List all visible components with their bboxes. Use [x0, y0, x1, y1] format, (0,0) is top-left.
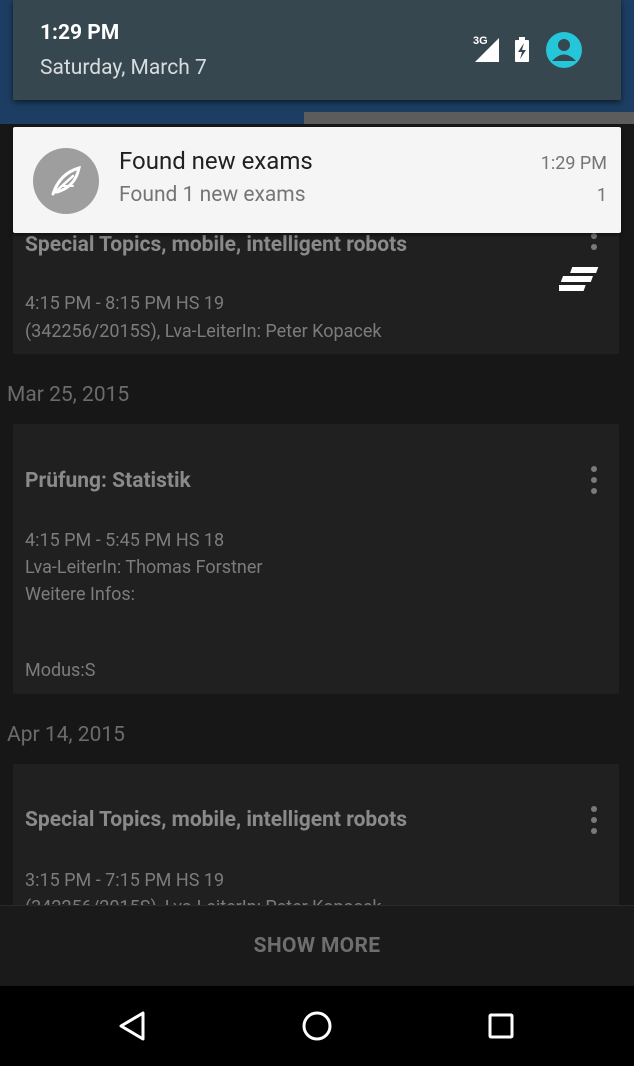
notification-time: 1:29 PM: [540, 153, 607, 174]
battery-charging-icon: [515, 37, 529, 62]
feather-icon: [51, 165, 81, 196]
exam-time: 4:15 PM - 8:15 PM HS 19: [25, 293, 225, 314]
more-options-icon[interactable]: [591, 806, 597, 834]
network-type-label: 3G: [473, 35, 488, 47]
exam-mode: Modus:S: [25, 660, 96, 681]
exam-card[interactable]: Special Topics, mobile, intelligent robo…: [13, 233, 619, 354]
show-more-button[interactable]: SHOW MORE: [0, 905, 634, 987]
user-avatar-icon[interactable]: [546, 32, 582, 68]
date[interactable]: Saturday, March 7: [40, 56, 207, 80]
quick-settings-header[interactable]: 1:29 PM Saturday, March 7 3G: [13, 0, 621, 100]
home-icon[interactable]: [297, 1006, 337, 1046]
exam-title: Prüfung: Statistik: [25, 469, 191, 493]
exam-info: (342256/2015S), Lva-LeiterIn: Peter Kopa…: [25, 321, 382, 342]
notification-count: 1: [596, 185, 607, 206]
exam-lecturer: Lva-LeiterIn: Thomas Forstner: [25, 557, 263, 578]
recents-icon[interactable]: [481, 1006, 521, 1046]
status-icons: 3G: [471, 30, 591, 68]
cell-signal-icon: 3G: [473, 35, 499, 62]
more-options-icon[interactable]: [591, 233, 597, 261]
exam-time: 3:15 PM - 7:15 PM HS 19: [25, 870, 225, 891]
exam-card[interactable]: Special Topics, mobile, intelligent robo…: [13, 764, 619, 905]
clock: 1:29 PM: [40, 21, 120, 45]
exam-title: Special Topics, mobile, intelligent robo…: [25, 233, 407, 257]
exam-card[interactable]: Prüfung: Statistik 4:15 PM - 5:45 PM HS …: [13, 424, 619, 694]
notification-app-icon: [33, 148, 99, 214]
exam-title: Special Topics, mobile, intelligent robo…: [25, 808, 407, 832]
exam-info: (342256/2015S), Lva-LeiterIn: Peter Kopa…: [25, 897, 382, 905]
exam-more-info: Weitere Infos:: [25, 584, 136, 605]
navigation-bar: [0, 986, 634, 1066]
date-header: Apr 14, 2015: [7, 723, 125, 747]
exam-time: 4:15 PM - 5:45 PM HS 18: [25, 530, 225, 551]
back-icon[interactable]: [113, 1006, 153, 1046]
tab-indicator: [304, 112, 634, 124]
notification-card[interactable]: Found new exams Found 1 new exams 1:29 P…: [13, 127, 621, 233]
notification-title: Found new exams: [119, 147, 313, 175]
more-options-icon[interactable]: [591, 466, 597, 494]
date-header: Mar 25, 2015: [7, 383, 130, 407]
show-more-label: SHOW MORE: [253, 934, 381, 958]
sort-lines-icon[interactable]: [559, 265, 601, 295]
notification-text: Found 1 new exams: [119, 183, 306, 207]
